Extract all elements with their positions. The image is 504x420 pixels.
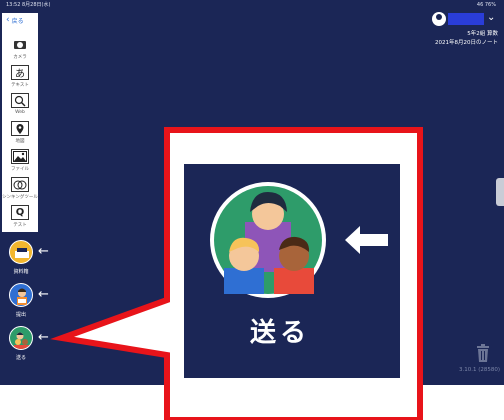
- callout-send-label: 送る: [249, 318, 310, 348]
- send-large-icon: [210, 182, 388, 298]
- send-callout: 送る: [0, 0, 504, 420]
